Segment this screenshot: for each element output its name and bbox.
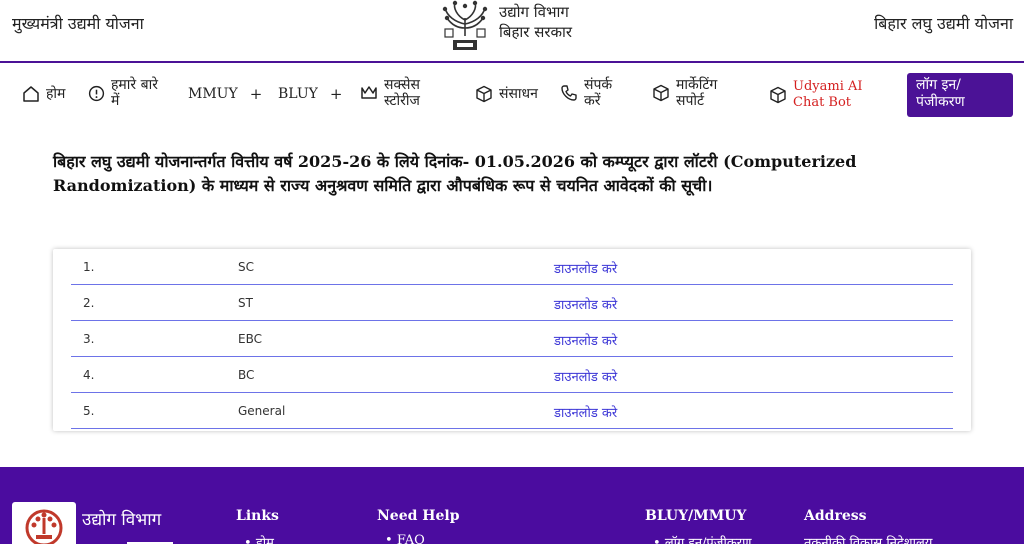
footer-address-text: तकनीकी विकास निदेशालय: [804, 536, 933, 544]
nav-success-stories[interactable]: सक्सेस स्टोरीज: [360, 77, 436, 109]
footer-links-title: Links: [236, 508, 279, 524]
info-icon: [88, 85, 105, 101]
row-number: 3.: [83, 332, 95, 346]
lottery-notice-heading: बिहार लघु उद्यमी योजनान्तर्गत वित्तीय वर…: [53, 152, 857, 195]
download-link[interactable]: डाउनलोड करे: [554, 259, 617, 277]
nav-mmuy[interactable]: MMUY +: [188, 85, 262, 103]
row-category: ST: [238, 296, 253, 310]
footer-bluy-title: BLUY/MMUY: [645, 508, 747, 524]
main-nav: होम हमारे बारे में MMUY + BLUY + सक्सेस …: [0, 63, 1024, 123]
crown-icon: [361, 86, 377, 99]
footer-address-title: Address: [804, 508, 867, 524]
footer-link-faq-label: FAQ: [396, 533, 425, 544]
login-register-button[interactable]: लॉग इन/ पंजीकरण: [907, 73, 1013, 117]
cube-icon: [653, 84, 669, 102]
footer-link-home[interactable]: • होम: [244, 533, 274, 544]
dept-line-1: उद्योग विभाग: [499, 3, 569, 21]
nav-contact-label: संपर्क करें: [584, 77, 613, 109]
row-category: SC: [238, 260, 254, 274]
nav-marketing-label: मार्केटिंग सपोर्ट: [676, 77, 718, 109]
nav-chatbot[interactable]: Udyami AI Chat Bot: [769, 79, 889, 111]
table-row: 4. BC डाउनलोड करे: [71, 357, 953, 393]
download-link[interactable]: डाउनलोड करे: [554, 331, 617, 349]
plus-icon: +: [249, 85, 263, 103]
nav-home-label: होम: [46, 86, 66, 102]
nav-chatbot-label: Udyami AI Chat Bot: [793, 79, 863, 110]
nav-about-label: हमारे बारे में: [111, 77, 158, 109]
plus-icon: +: [329, 85, 343, 103]
table-row: 2. ST डाउनलोड करे: [71, 285, 953, 321]
download-link[interactable]: डाउनलोड करे: [554, 367, 617, 385]
phone-icon: [561, 85, 577, 101]
footer-link-login-label: लॉग इन/पंजीकरण: [664, 536, 752, 544]
home-icon: [23, 86, 39, 102]
row-category: EBC: [238, 332, 262, 346]
dept-line-2: बिहार सरकार: [499, 23, 573, 41]
row-category: BC: [238, 368, 255, 382]
row-number: 2.: [83, 296, 95, 310]
row-number: 5.: [83, 404, 95, 418]
bluy-title[interactable]: बिहार लघु उद्यमी योजना: [874, 12, 1013, 34]
row-number: 4.: [83, 368, 95, 382]
cube-icon: [476, 85, 492, 103]
table-row: 3. EBC डाउनलोड करे: [71, 321, 953, 357]
table-row: 5. General डाउनलोड करे: [71, 393, 953, 429]
bihar-emblem-icon: [442, 0, 488, 50]
nav-bluy-label: BLUY: [278, 86, 318, 102]
nav-resources[interactable]: संसाधन: [475, 85, 538, 103]
footer-link-faq[interactable]: • FAQ: [385, 533, 425, 544]
nav-success-label: सक्सेस स्टोरीज: [384, 77, 420, 109]
row-number: 1.: [83, 260, 95, 274]
top-header: मुख्यमंत्री उद्यमी योजना उद्योग विभाग बि…: [0, 0, 1024, 62]
footer-link-login[interactable]: • लॉग इन/पंजीकरण: [653, 533, 752, 544]
department-name: उद्योग विभाग बिहार सरकार: [499, 2, 572, 42]
nav-bluy[interactable]: BLUY +: [278, 85, 342, 103]
mmuy-title[interactable]: मुख्यमंत्री उद्यमी योजना: [12, 12, 144, 34]
nav-home[interactable]: होम: [22, 85, 65, 103]
table-row: 1. SC डाउनलोड करे: [71, 249, 953, 285]
nav-resources-label: संसाधन: [499, 86, 538, 102]
bihar-emblem-icon: [25, 509, 63, 544]
footer-link-home-label: होम: [255, 536, 274, 544]
nav-contact[interactable]: संपर्क करें: [560, 77, 620, 109]
download-link[interactable]: डाउनलोड करे: [554, 295, 617, 313]
nav-mmuy-label: MMUY: [188, 86, 238, 102]
footer-help-title: Need Help: [377, 508, 460, 524]
footer: उद्योग विभाग Links • होम Need Help • FAQ…: [0, 467, 1024, 544]
cube-icon: [770, 86, 786, 104]
nav-marketing-support[interactable]: मार्केटिंग सपोर्ट: [652, 77, 746, 109]
download-link[interactable]: डाउनलोड करे: [554, 403, 617, 421]
selection-list-table: 1. SC डाउनलोड करे 2. ST डाउनलोड करे 3. E…: [53, 249, 971, 431]
row-category: General: [238, 404, 286, 418]
footer-dept-name: उद्योग विभाग: [82, 510, 162, 530]
footer-logo: [12, 502, 76, 544]
nav-about[interactable]: हमारे बारे में: [88, 77, 167, 109]
